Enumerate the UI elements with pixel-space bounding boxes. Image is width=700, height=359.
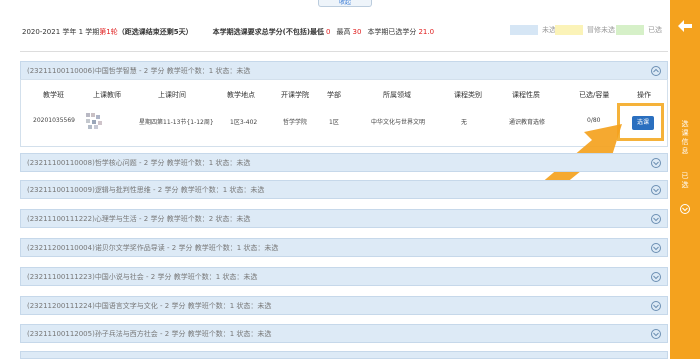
legend-retake: 冒修未选	[555, 25, 615, 35]
legend-swatch	[616, 25, 644, 35]
col-header: 操作	[637, 91, 651, 99]
selected-credits: 21.0	[418, 28, 435, 36]
course-row[interactable]: (23211100110008)哲学核心问题 - 2 学分 教学班个数：1 状态…	[20, 153, 668, 172]
chevron-down-icon[interactable]	[651, 329, 661, 339]
selected-tab[interactable]: 已选	[670, 172, 700, 190]
divider	[20, 51, 668, 52]
requirement-max: 30	[352, 28, 362, 36]
legend-swatch	[555, 25, 583, 35]
course-row[interactable]: (23211100111222)心理学与生活 - 2 学分 教学班个数：2 状态…	[20, 209, 668, 228]
arrow-left-icon[interactable]	[678, 20, 692, 32]
class-id: 20201035569	[33, 117, 75, 124]
course-summary: (23211100110008)哲学核心问题 - 2 学分 教学班个数：1 状态…	[27, 158, 251, 167]
legend-label: 已选	[648, 26, 662, 34]
chevron-up-icon[interactable]	[651, 66, 661, 76]
selected-credits-label: 本学期已选学分	[367, 28, 417, 36]
requirement-min: 0	[326, 28, 331, 36]
chevron-down-icon[interactable]	[651, 272, 661, 282]
col-header: 学部	[327, 91, 341, 99]
teacher-name-blurred	[86, 113, 112, 131]
collapse-tab[interactable]: 收起	[318, 0, 372, 7]
round-label: 第1轮	[99, 28, 118, 36]
chevron-down-icon[interactable]	[651, 301, 661, 311]
right-sidebar: 选课信息 已选	[670, 0, 700, 359]
course-row-partial[interactable]	[20, 351, 668, 359]
col-header: 已选/容量	[579, 91, 610, 99]
class-domain: 中华文化与世界文明	[371, 119, 426, 126]
countdown-label: （距选课结束还剩5天）	[117, 28, 193, 36]
course-row[interactable]: (23211100110009)逻辑与批判性思维 - 2 学分 教学班个数：1 …	[20, 180, 668, 199]
legend-selected: 已选	[616, 25, 662, 35]
max-label: 最高	[336, 28, 351, 36]
semester-label: 2020-2021 学年 1 学期	[22, 28, 100, 36]
selection-info-tab[interactable]: 选课信息	[670, 120, 700, 156]
course-summary: (23211100111223)中国小说与社会 - 2 学分 教学班个数：1 状…	[27, 272, 258, 281]
chevron-down-icon[interactable]	[680, 204, 690, 214]
course-summary: (23211100112005)孙子兵法与西方社会 - 2 学分 教学班个数：1…	[27, 329, 272, 338]
col-header: 教学班	[43, 91, 64, 99]
col-header: 教学地点	[227, 91, 255, 99]
legend-unselected: 未选	[510, 25, 556, 35]
course-row[interactable]: (23211200111224)中国语言文字与文化 - 2 学分 教学班个数：1…	[20, 296, 668, 315]
course-summary: (23211100110009)逻辑与批判性思维 - 2 学分 教学班个数：1 …	[27, 185, 265, 194]
col-header: 所属领域	[383, 91, 411, 99]
chevron-down-icon[interactable]	[651, 185, 661, 195]
course-summary: (23211100111222)心理学与生活 - 2 学分 教学班个数：2 状态…	[27, 214, 251, 223]
col-header: 上课教师	[93, 91, 121, 99]
chevron-down-icon[interactable]	[651, 243, 661, 253]
course-summary: (23211100110006)中国哲学智慧 - 2 学分 教学班个数：1 状态…	[27, 66, 251, 75]
class-college: 哲学学院	[283, 119, 308, 126]
course-row[interactable]: (23211100111223)中国小说与社会 - 2 学分 教学班个数：1 状…	[20, 267, 668, 286]
course-row[interactable]: (23211200110004)诺贝尔文学奖作品导读 - 2 学分 教学班个数：…	[20, 238, 668, 257]
class-time: 星期四第11-13节{1-12周}	[139, 119, 214, 126]
requirement-label: 本学期选课要求总学分(不包括)最低	[212, 28, 325, 36]
course-row[interactable]: (23211100112005)孙子兵法与西方社会 - 2 学分 教学班个数：1…	[20, 324, 668, 343]
class-category: 无	[461, 119, 468, 126]
course-summary: (23211200111224)中国语言文字与文化 - 2 学分 教学班个数：1…	[27, 301, 272, 310]
col-header: 上课时间	[158, 91, 186, 99]
course-summary: (23211200110004)诺贝尔文学奖作品导读 - 2 学分 教学班个数：…	[27, 243, 279, 252]
chevron-down-icon[interactable]	[651, 214, 661, 224]
col-header: 课程类别	[454, 91, 482, 99]
class-division: 1区	[329, 119, 339, 126]
legend-label: 冒修未选	[587, 26, 615, 34]
col-header: 课程性质	[512, 91, 540, 99]
legend-label: 未选	[542, 26, 556, 34]
legend-swatch	[510, 25, 538, 35]
table-header: 教学班 上课教师 上课时间 教学地点 开课学院 学部 所属领域 课程类别 课程性…	[21, 80, 667, 104]
chevron-down-icon[interactable]	[651, 158, 661, 168]
main-panel: 收起 2020-2021 学年 1 学期 第1轮 （距选课结束还剩5天） 本学期…	[0, 0, 670, 359]
col-header: 开课学院	[281, 91, 309, 99]
class-location: 1区3-402	[230, 119, 258, 126]
course-row[interactable]: (23211100110006)中国哲学智慧 - 2 学分 教学班个数：1 状态…	[20, 61, 668, 80]
